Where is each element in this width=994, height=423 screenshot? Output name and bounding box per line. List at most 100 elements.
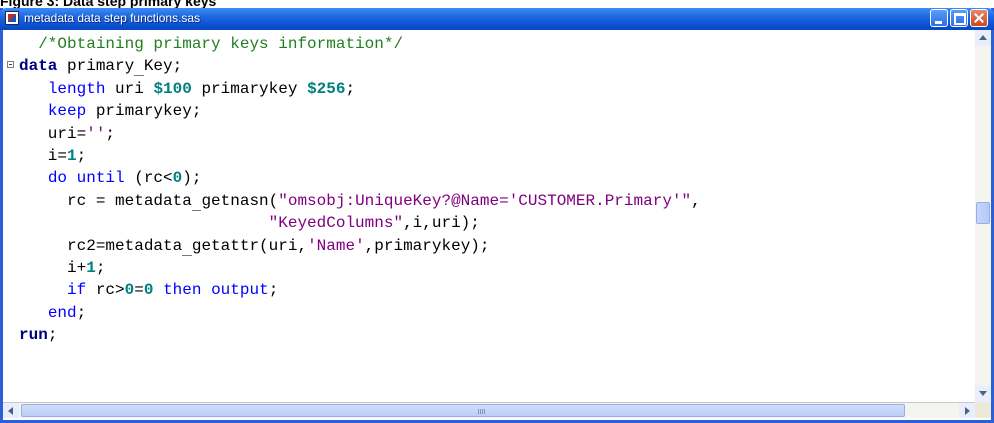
minimize-button[interactable]	[930, 9, 948, 27]
code-line[interactable]: /*Obtaining primary keys information*/	[3, 33, 973, 55]
token-text: rc>	[86, 281, 125, 300]
horizontal-scroll-thumb[interactable]	[21, 404, 905, 417]
token-cursor-underline	[191, 191, 202, 211]
token-cursor-underline	[182, 236, 192, 256]
code-line[interactable]: do until (rc<0);	[3, 167, 973, 189]
code-line[interactable]: end;	[3, 302, 973, 324]
code-text: i=1;	[19, 145, 86, 167]
token-kw: do until	[47, 169, 125, 188]
figure-caption: Figure 3: Data step primary keys	[0, 0, 217, 8]
code-text: if rc>0=0 then output;	[19, 279, 278, 301]
scroll-down-icon[interactable]	[975, 386, 991, 402]
code-line[interactable]: uri='';	[3, 123, 973, 145]
token-kw: end	[47, 303, 77, 322]
token-text: rc = metadata	[19, 191, 192, 210]
sas-program-icon[interactable]	[5, 11, 19, 25]
horizontal-scrollbar[interactable]	[3, 402, 975, 418]
token-num: 0	[143, 281, 154, 300]
code-editor[interactable]: /*Obtaining primary keys information*/ da…	[3, 30, 975, 402]
token-text: i+	[19, 259, 87, 277]
token-text: =	[134, 281, 144, 300]
code-text: keep primarykey;	[19, 100, 202, 122]
code-text: data primary Key;	[19, 55, 182, 77]
scroll-left-icon[interactable]	[3, 403, 19, 418]
scrollbar-corner	[975, 402, 991, 418]
code-line[interactable]: "KeyedColumns",i,uri);	[3, 212, 973, 234]
token-cursor-underline	[134, 57, 144, 77]
code-text: rc2=metadata getattr(uri,'Name',primaryk…	[19, 235, 490, 257]
token-text: i=	[19, 147, 68, 165]
token-num: 1	[67, 147, 77, 165]
token-text: ;	[105, 124, 116, 143]
token-str: 'Name'	[307, 236, 365, 255]
token-num: $100	[153, 79, 192, 98]
token-text: uri	[105, 79, 154, 98]
token-num: 0	[172, 169, 183, 188]
token-num: 1	[86, 259, 96, 277]
code-text: length uri $100 primarykey $256;	[19, 78, 355, 100]
token-text: ;	[95, 259, 106, 277]
code-text: "KeyedColumns",i,uri);	[19, 212, 480, 234]
code-text: end;	[19, 302, 86, 324]
code-text: do until (rc<0);	[19, 167, 202, 189]
token-kw-step: data	[19, 57, 58, 76]
code-line[interactable]: i=1;	[3, 145, 973, 167]
code-text: i+1;	[19, 257, 105, 279]
code-line[interactable]: keep primarykey;	[3, 100, 973, 122]
token-num: $256	[307, 79, 346, 98]
token-text: ;	[76, 147, 87, 165]
token-text: (rc<	[124, 169, 173, 188]
code-line[interactable]: rc2=metadata getattr(uri,'Name',primaryk…	[3, 235, 973, 257]
token-text: primarykey	[191, 79, 308, 98]
vertical-scroll-thumb[interactable]	[976, 202, 990, 224]
token-text: ;	[76, 303, 87, 322]
token-text: getattr(uri,	[191, 236, 308, 255]
token-text: rc2=metadata	[19, 236, 183, 255]
fold-toggle-icon[interactable]	[7, 61, 14, 69]
token-text: ,primarykey);	[364, 236, 490, 255]
code-line[interactable]: data primary Key;	[3, 55, 973, 77]
token-str: "omsobj:UniqueKey?@Name='CUSTOMER.Primar…	[278, 191, 692, 210]
token-text: ,	[691, 191, 701, 210]
code-line[interactable]: if rc>0=0 then output;	[3, 279, 973, 301]
code-text: run;	[19, 324, 57, 346]
window-title: metadata data step functions.sas	[24, 11, 201, 25]
token-text: Key;	[143, 57, 183, 76]
code-line[interactable]: run;	[3, 324, 973, 346]
token-kw: if	[67, 281, 87, 300]
token-text: ;	[345, 79, 356, 98]
token-text: ,i,uri);	[403, 214, 480, 233]
title-bar[interactable]: metadata data step functions.sas	[0, 8, 994, 30]
code-line[interactable]: rc = metadata getnasn("omsobj:UniqueKey?…	[3, 190, 973, 212]
code-text: uri='';	[19, 123, 115, 145]
grip-icon	[478, 409, 486, 414]
scroll-up-icon[interactable]	[975, 30, 991, 46]
token-kw-step: run	[19, 326, 48, 345]
close-button[interactable]	[970, 9, 988, 27]
token-text: );	[182, 169, 202, 188]
maximize-button[interactable]	[950, 9, 968, 27]
code-line[interactable]: i+1;	[3, 257, 973, 279]
token-text: ;	[268, 281, 279, 300]
scroll-right-icon[interactable]	[959, 403, 975, 418]
code-line[interactable]: length uri $100 primarykey $256;	[3, 78, 973, 100]
token-str: ''	[86, 124, 106, 143]
token-text: getnasn(	[201, 191, 279, 210]
code-text: /*Obtaining primary keys information*/	[19, 33, 403, 55]
token-text: primary	[57, 57, 135, 76]
token-num: 0	[124, 281, 135, 300]
token-str: "KeyedColumns"	[268, 214, 404, 233]
token-comment: /*Obtaining primary keys information*/	[38, 35, 404, 53]
code-text: rc = metadata getnasn("omsobj:UniqueKey?…	[19, 190, 701, 212]
token-kw: then output	[163, 281, 269, 300]
token-text: primarykey;	[86, 102, 202, 121]
vertical-scrollbar[interactable]	[975, 30, 991, 402]
